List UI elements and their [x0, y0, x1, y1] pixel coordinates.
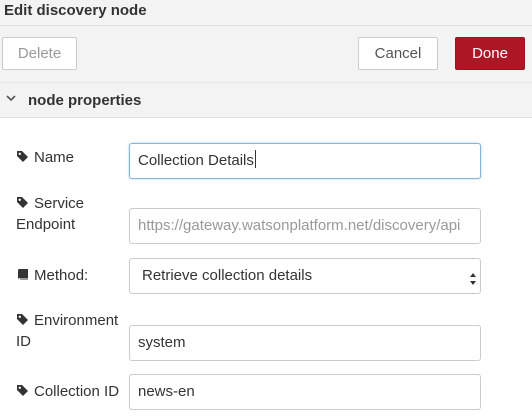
done-button[interactable]: Done: [455, 37, 525, 70]
collection-id-value: news-en: [138, 383, 195, 400]
environment-id-label-line1: Environment: [34, 312, 119, 329]
select-arrows-icon: [469, 267, 477, 285]
dialog-toolbar: Delete Cancel Done: [0, 26, 532, 82]
service-endpoint-label-line1: Service: [34, 195, 85, 212]
text-caret: [254, 150, 256, 168]
environment-id-label-line2: ID: [16, 333, 31, 350]
collection-id-label-text: Collection ID: [34, 383, 120, 400]
tag-icon: [16, 150, 30, 163]
method-selected-value: Retrieve collection details: [142, 267, 313, 284]
service-endpoint-input[interactable]: https://gateway.watsonplatform.net/disco…: [129, 208, 481, 244]
tag-icon: [16, 384, 30, 397]
collection-id-input[interactable]: news-en: [129, 374, 481, 410]
collection-id-label: Collection ID: [16, 381, 119, 402]
method-select[interactable]: Retrieve collection details: [129, 258, 481, 294]
service-endpoint-placeholder: https://gateway.watsonplatform.net/disco…: [138, 217, 461, 234]
book-icon: [16, 268, 30, 281]
method-label: Method:: [16, 265, 88, 286]
environment-id-input[interactable]: system: [129, 325, 481, 361]
name-input-value: Collection Details: [138, 152, 254, 169]
dialog-titlebar: Edit discovery node: [0, 0, 532, 26]
name-label-text: Name: [34, 149, 75, 166]
service-endpoint-label-line2: Endpoint: [16, 216, 76, 233]
method-label-text: Method:: [34, 267, 89, 284]
chevron-down-icon: [6, 91, 16, 106]
cancel-button[interactable]: Cancel: [358, 37, 438, 70]
environment-id-label: Environment ID: [16, 310, 118, 352]
environment-id-value: system: [138, 334, 186, 351]
service-endpoint-label: Service Endpoint: [16, 193, 84, 235]
section-label: node properties: [28, 92, 142, 109]
tag-icon: [16, 196, 30, 209]
name-label: Name: [16, 147, 74, 168]
node-properties-header[interactable]: node properties: [0, 82, 532, 118]
delete-button[interactable]: Delete: [2, 37, 77, 70]
dialog-title: Edit discovery node: [4, 2, 147, 19]
name-input[interactable]: Collection Details: [129, 143, 481, 179]
tag-icon: [16, 313, 30, 326]
